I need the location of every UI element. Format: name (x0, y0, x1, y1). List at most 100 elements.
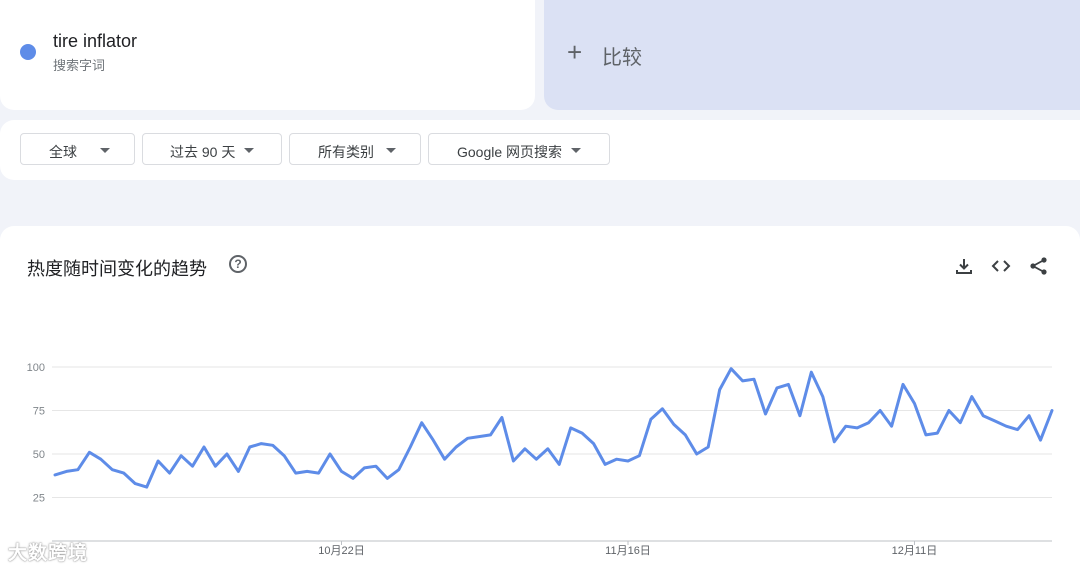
trend-chart: 100 75 50 25 10月22日 11月16日 12月11日 (27, 362, 1054, 557)
y-tick-label: 75 (33, 406, 45, 418)
search-type-filter-label: Google 网页搜索 (457, 144, 563, 160)
data-point (650, 418, 652, 420)
data-point (214, 465, 217, 467)
data-point (890, 425, 893, 427)
data-point (959, 421, 962, 424)
data-point (753, 378, 755, 380)
series-dot-icon (20, 44, 36, 60)
data-point (478, 435, 480, 438)
data-point (558, 463, 561, 466)
data-point (776, 387, 778, 389)
search-term-card: tire inflator 搜索字词 (0, 0, 535, 110)
data-point (317, 472, 320, 474)
y-tick-label: 50 (33, 449, 45, 461)
data-point (1016, 428, 1019, 431)
x-tick-label: 11月16日 (605, 545, 651, 557)
data-point (822, 395, 824, 398)
data-point (546, 447, 549, 450)
data-point (707, 446, 710, 448)
data-point (615, 458, 618, 461)
data-point (684, 434, 687, 436)
data-point (764, 413, 767, 415)
data-point (203, 446, 205, 448)
compare-button[interactable]: + 比较 (544, 0, 1080, 110)
data-point (948, 409, 950, 412)
data-point (329, 453, 331, 455)
x-tick-label: 10月22日 (318, 545, 364, 557)
data-point (443, 458, 446, 461)
data-point (420, 421, 423, 424)
data-point (409, 446, 412, 448)
data-point (455, 446, 457, 448)
data-point (1051, 409, 1053, 412)
data-point (867, 421, 870, 424)
data-point (352, 477, 354, 480)
search-type-filter[interactable]: Google 网页搜索 (428, 133, 610, 165)
data-point (191, 465, 194, 467)
data-point (397, 468, 400, 471)
data-point (386, 477, 389, 480)
data-point (833, 441, 836, 443)
data-point (844, 425, 847, 427)
data-point (512, 460, 515, 462)
data-point (902, 383, 904, 386)
caret-down-icon (571, 148, 581, 153)
data-point (627, 460, 629, 462)
data-point (810, 371, 813, 374)
data-point (65, 470, 68, 473)
data-point (592, 442, 595, 445)
data-point (730, 367, 732, 370)
data-point (982, 414, 985, 417)
data-point (936, 432, 939, 434)
region-filter-label: 全球 (49, 144, 77, 160)
data-point (466, 437, 469, 440)
data-point (879, 409, 881, 412)
caret-down-icon (386, 148, 396, 153)
data-point (340, 470, 343, 473)
filters-bar: 全球 过去 90 天 所有类别 Google 网页搜索 (0, 120, 1080, 180)
search-term-type: 搜索字词 (53, 58, 106, 73)
y-tick-label: 100 (27, 362, 45, 374)
data-point (993, 420, 996, 422)
data-point (111, 468, 114, 471)
data-point (88, 451, 91, 454)
data-point (695, 453, 698, 455)
data-point (122, 472, 125, 474)
data-point (569, 427, 572, 429)
data-point (294, 472, 297, 474)
region-filter[interactable]: 全球 (20, 133, 135, 165)
time-range-filter[interactable]: 过去 90 天 (142, 133, 282, 165)
data-point (1028, 414, 1030, 417)
caret-down-icon (244, 148, 254, 153)
data-point (741, 380, 744, 382)
data-point (271, 444, 274, 447)
data-point (489, 434, 492, 436)
category-filter-label: 所有类别 (318, 144, 374, 160)
data-point (673, 423, 675, 426)
data-point (913, 402, 916, 405)
search-term-name[interactable]: tire inflator (53, 31, 137, 52)
x-tick-label: 12月11日 (892, 545, 938, 557)
data-point (856, 427, 858, 429)
caret-down-icon (100, 148, 110, 153)
data-point (799, 414, 801, 417)
data-point (226, 453, 228, 455)
data-point (535, 458, 538, 461)
data-point (363, 467, 366, 469)
data-point (581, 432, 583, 434)
data-point (501, 416, 503, 419)
data-point (54, 474, 56, 476)
data-point (718, 388, 721, 391)
data-point (787, 383, 790, 386)
data-point (925, 434, 927, 436)
data-point (100, 458, 102, 461)
data-point (970, 395, 973, 398)
data-point (375, 465, 377, 467)
y-tick-label: 25 (33, 493, 45, 505)
data-point (661, 407, 664, 410)
data-point (77, 468, 79, 471)
data-point (432, 439, 434, 441)
category-filter[interactable]: 所有类别 (289, 133, 421, 165)
data-point (249, 446, 251, 448)
data-point (604, 463, 606, 466)
